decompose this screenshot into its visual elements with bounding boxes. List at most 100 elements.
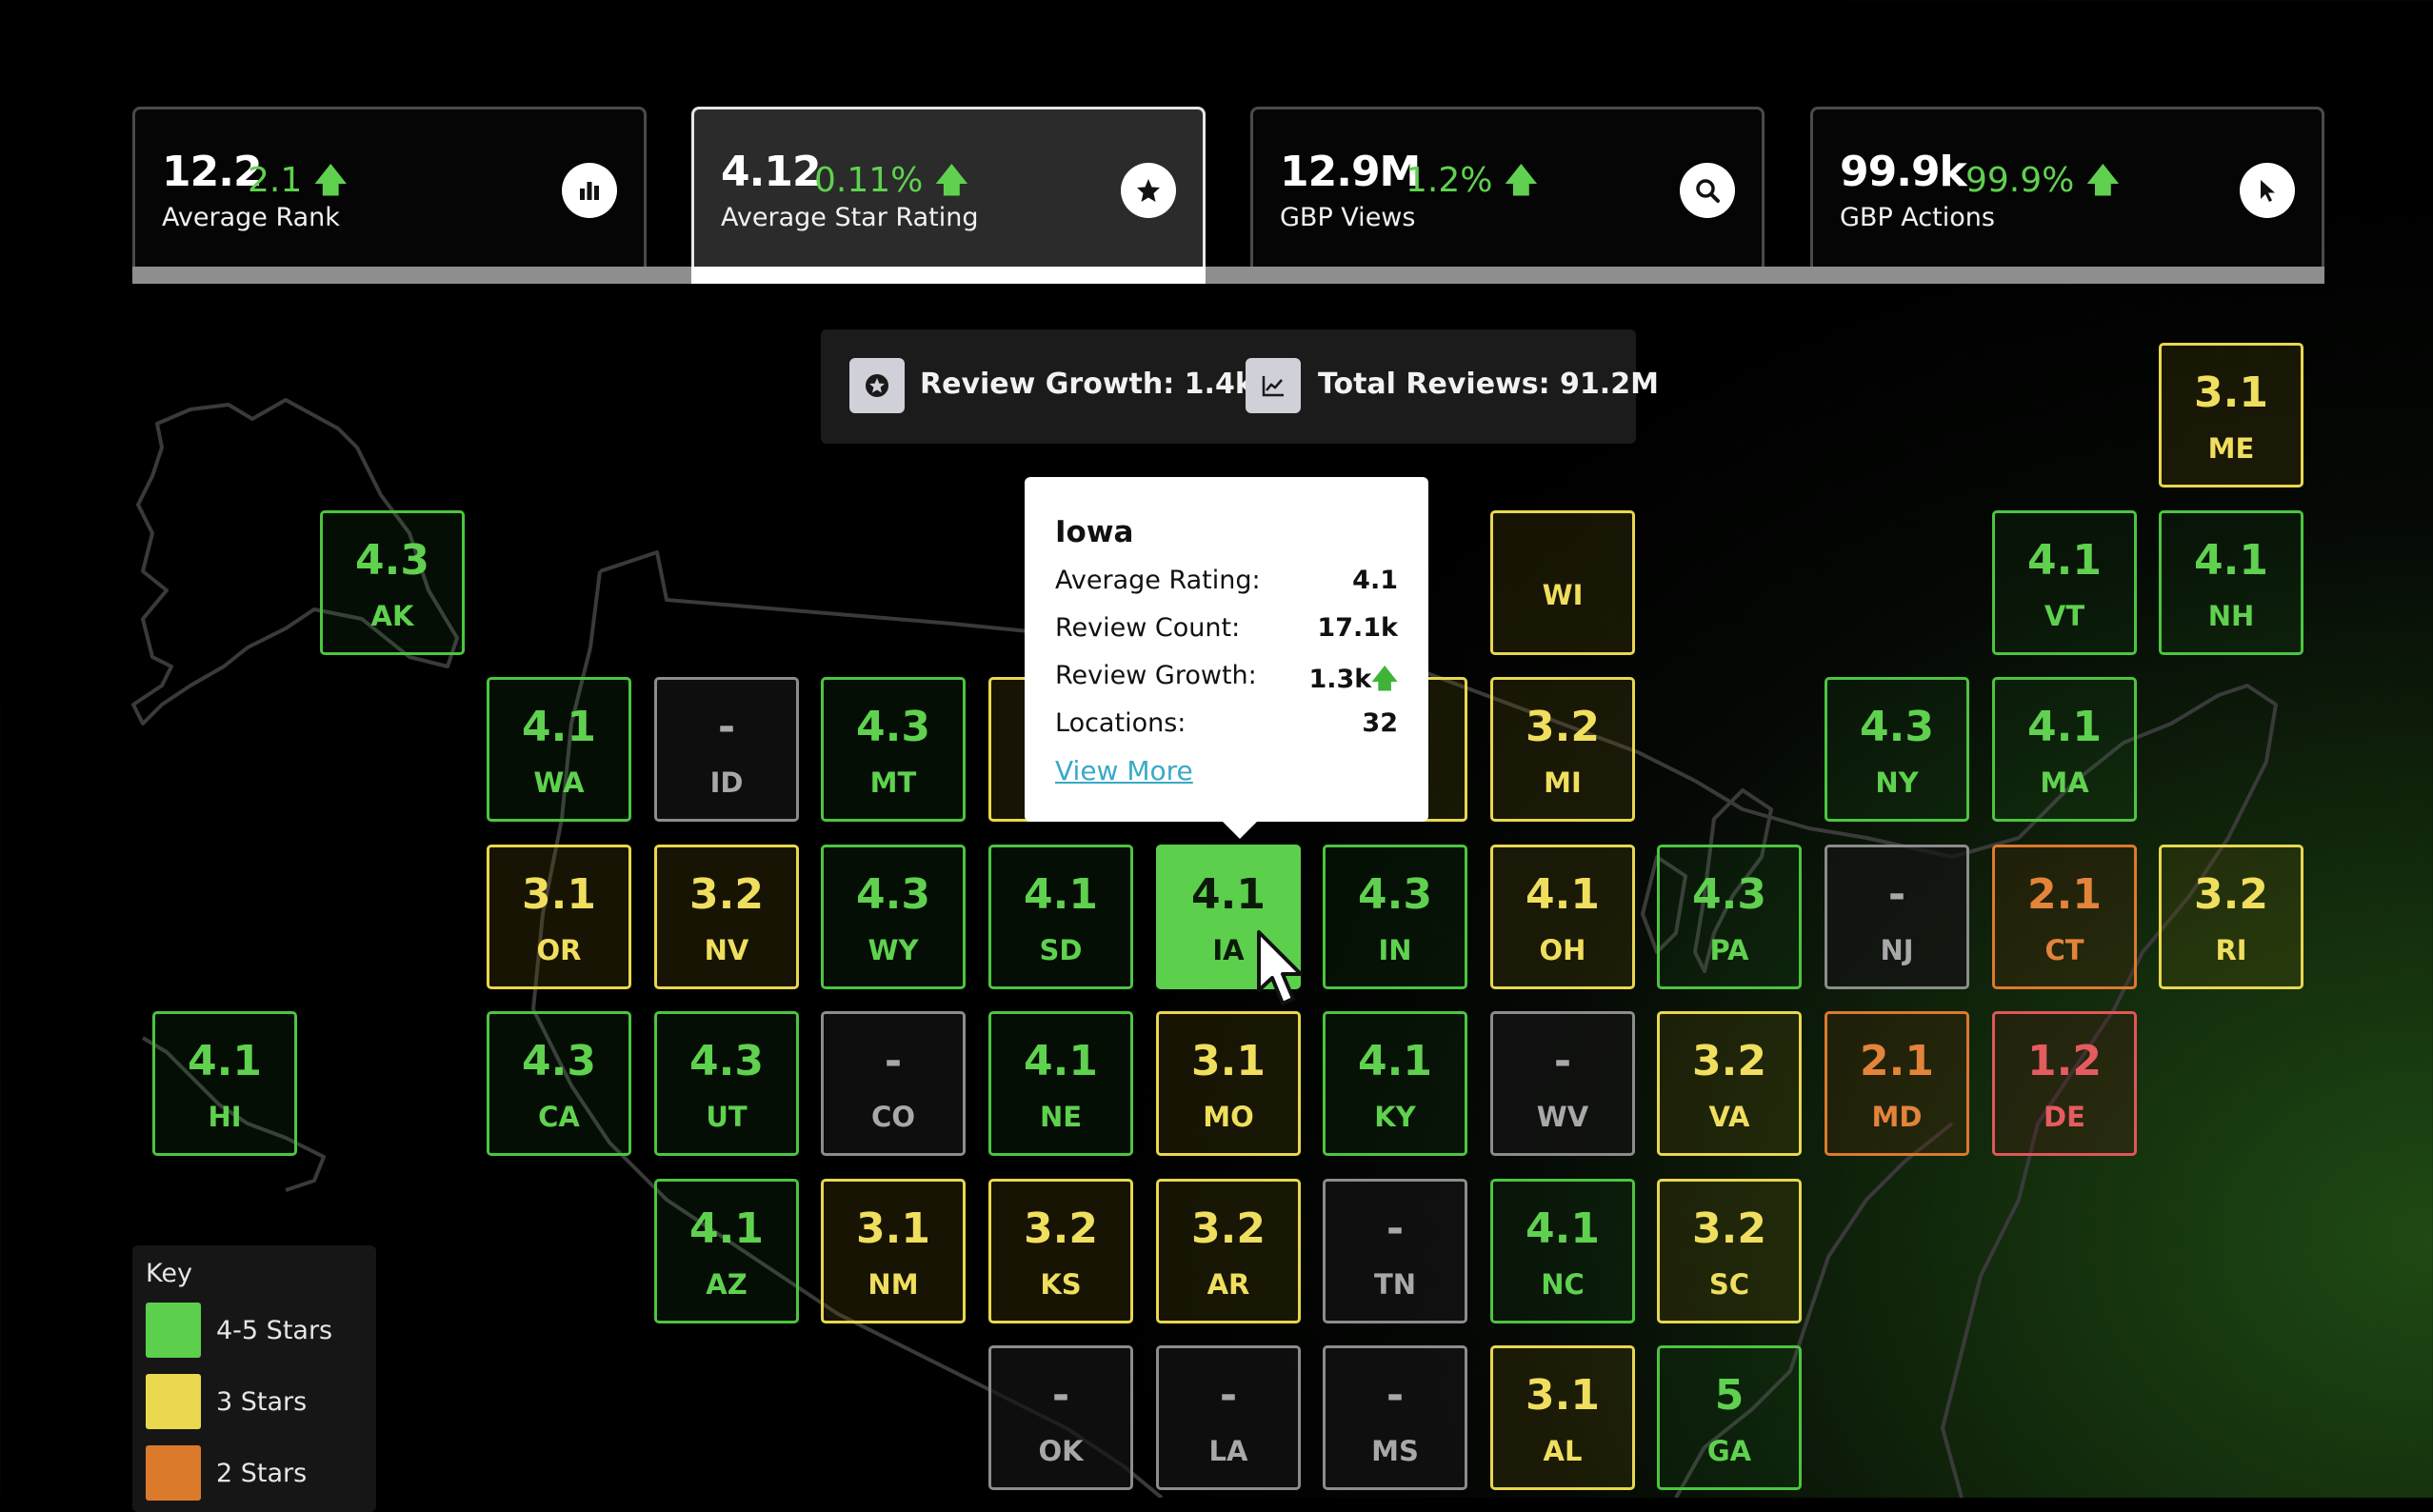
mouse-cursor-icon: [1257, 930, 1303, 1005]
kpi-card-average-star-rating[interactable]: 4.12 0.11% 🡅 Average Star Rating: [691, 107, 1206, 284]
state-tile-tn[interactable]: - TN: [1323, 1179, 1467, 1323]
state-tile-sc[interactable]: 3.2 SC: [1657, 1179, 1802, 1323]
state-tile-md[interactable]: 2.1 MD: [1825, 1011, 1969, 1156]
state-tile-value: 4.1: [1358, 1036, 1432, 1085]
state-tile-nv[interactable]: 3.2 NV: [654, 845, 799, 989]
state-tile-abbr: WA: [533, 766, 585, 799]
state-tile-ga[interactable]: 5 GA: [1657, 1345, 1802, 1490]
state-tile-wv[interactable]: - WV: [1490, 1011, 1635, 1156]
state-tile-ny[interactable]: 4.3 NY: [1825, 677, 1969, 822]
state-tile-ma[interactable]: 4.1 MA: [1992, 677, 2137, 822]
state-tile-value: 4.3: [1860, 702, 1934, 751]
state-tile-ca[interactable]: 4.3 CA: [487, 1011, 631, 1156]
state-tile-hi[interactable]: 4.1 HI: [152, 1011, 297, 1156]
state-tile-value: -: [1553, 1036, 1572, 1085]
state-tile-or[interactable]: 3.1 OR: [487, 845, 631, 989]
kpi-card-average-rank[interactable]: 12.2 2.1 🡅 Average Rank: [132, 107, 647, 267]
state-tile-ok[interactable]: - OK: [988, 1345, 1133, 1490]
state-tile-nc[interactable]: 4.1 NC: [1490, 1179, 1635, 1323]
state-tile-ak[interactable]: 4.3 AK: [320, 510, 465, 655]
state-tile-va[interactable]: 3.2 VA: [1657, 1011, 1802, 1156]
state-tile-pa[interactable]: 4.3 PA: [1657, 845, 1802, 989]
star-icon: [1121, 163, 1176, 218]
state-tile-ks[interactable]: 3.2 KS: [988, 1179, 1133, 1323]
kpi-strip: 12.2 2.1 🡅 Average Rank 4.12 0.11% 🡅 Ave…: [132, 107, 2324, 284]
state-tile-value: 1.2: [2027, 1036, 2102, 1085]
kpi-card-gbp-actions[interactable]: 99.9k 99.9% 🡅 GBP Actions: [1810, 107, 2324, 267]
state-tile-abbr: NJ: [1880, 933, 1914, 966]
state-tile-abbr: OK: [1038, 1434, 1084, 1467]
state-tile-abbr: GA: [1706, 1434, 1752, 1467]
state-tile-ky[interactable]: 4.1 KY: [1323, 1011, 1467, 1156]
state-tile-sd[interactable]: 4.1 SD: [988, 845, 1133, 989]
search-icon: [1680, 163, 1735, 218]
kpi-label: GBP Actions: [1840, 203, 1995, 232]
state-tile-abbr: MA: [2040, 766, 2089, 799]
state-tile-mt[interactable]: 4.3 MT: [821, 677, 966, 822]
arrow-up-icon: 🡅: [1371, 665, 1398, 694]
state-tile-nj[interactable]: - NJ: [1825, 845, 1969, 989]
state-tile-value: 3.1: [856, 1204, 930, 1253]
state-tile-abbr: IA: [1212, 933, 1245, 966]
kpi-value: 99.9k: [1840, 148, 1967, 196]
state-tile-oh[interactable]: 4.1 OH: [1490, 845, 1635, 989]
arrow-up-icon: 🡅: [933, 161, 969, 200]
state-tile-value: 4.3: [1692, 869, 1766, 919]
state-tile-nm[interactable]: 3.1 NM: [821, 1179, 966, 1323]
state-tile-ut[interactable]: 4.3 UT: [654, 1011, 799, 1156]
state-tile-ar[interactable]: 3.2 AR: [1156, 1179, 1301, 1323]
state-tile-abbr: CA: [538, 1100, 580, 1133]
kpi-value: 12.9M: [1280, 148, 1421, 196]
kpi-label: GBP Views: [1280, 203, 1416, 232]
state-tile-me[interactable]: 3.1 ME: [2159, 343, 2303, 487]
state-tile-mi[interactable]: 3.2 MI: [1490, 677, 1635, 822]
state-tile-abbr: AZ: [706, 1267, 748, 1301]
tooltip-row-review-count: Review Count: 17.1k: [1055, 613, 1398, 643]
line-chart-icon: [1246, 358, 1301, 413]
pointer-icon: [2240, 163, 2295, 218]
state-tile-value: 5: [1714, 1370, 1745, 1420]
state-tile-abbr: MD: [1871, 1100, 1923, 1133]
state-tile-co[interactable]: - CO: [821, 1011, 966, 1156]
state-tile-ct[interactable]: 2.1 CT: [1992, 845, 2137, 989]
state-tile-nh[interactable]: 4.1 NH: [2159, 510, 2303, 655]
kpi-card-gbp-views[interactable]: 12.9M 1.2% 🡅 GBP Views: [1250, 107, 1765, 267]
state-tile-value: 4.1: [188, 1036, 262, 1085]
state-tile-value: 3.2: [689, 869, 764, 919]
state-tile-value: 3.2: [1526, 702, 1600, 751]
state-tile-wa[interactable]: 4.1 WA: [487, 677, 631, 822]
state-tile-ri[interactable]: 3.2 RI: [2159, 845, 2303, 989]
state-tile-abbr: SD: [1039, 933, 1083, 966]
state-tile-al[interactable]: 3.1 AL: [1490, 1345, 1635, 1490]
state-tile-la[interactable]: - LA: [1156, 1345, 1301, 1490]
state-tile-value: 4.1: [1526, 869, 1600, 919]
state-tile-value: 3.2: [1692, 1036, 1766, 1085]
state-tile-ne[interactable]: 4.1 NE: [988, 1011, 1133, 1156]
state-tile-de[interactable]: 1.2 DE: [1992, 1011, 2137, 1156]
state-tile-vt[interactable]: 4.1 VT: [1992, 510, 2137, 655]
state-tile-az[interactable]: 4.1 AZ: [654, 1179, 799, 1323]
star-badge-icon: [849, 358, 905, 413]
state-tile-abbr: DE: [2044, 1100, 2085, 1133]
state-tile-value: 4.3: [1358, 869, 1432, 919]
total-reviews-stat: Total Reviews: 91.2M: [1318, 368, 1659, 401]
state-tile-in[interactable]: 4.3 IN: [1323, 845, 1467, 989]
state-tile-abbr: RI: [2215, 933, 2247, 966]
state-tile-abbr: NV: [704, 933, 749, 966]
state-tile-value: -: [717, 702, 736, 751]
tooltip-state-name: Iowa: [1055, 515, 1134, 549]
state-tile-abbr: NE: [1039, 1100, 1083, 1133]
state-tile-value: 3.2: [1692, 1204, 1766, 1253]
state-tile-value: 4.1: [689, 1204, 764, 1253]
state-tile-abbr: WY: [868, 933, 919, 966]
state-tile-value: -: [884, 1036, 903, 1085]
state-tile-value: 3.1: [2194, 368, 2268, 417]
state-tile-id[interactable]: - ID: [654, 677, 799, 822]
state-tile-wy[interactable]: 4.3 WY: [821, 845, 966, 989]
state-tile-value: 3.2: [1024, 1204, 1098, 1253]
state-tile-wi[interactable]: WI: [1490, 510, 1635, 655]
state-tile-value: 4.1: [1526, 1204, 1600, 1253]
view-more-link[interactable]: View More: [1055, 755, 1193, 786]
state-tile-mo[interactable]: 3.1 MO: [1156, 1011, 1301, 1156]
state-tile-ms[interactable]: - MS: [1323, 1345, 1467, 1490]
